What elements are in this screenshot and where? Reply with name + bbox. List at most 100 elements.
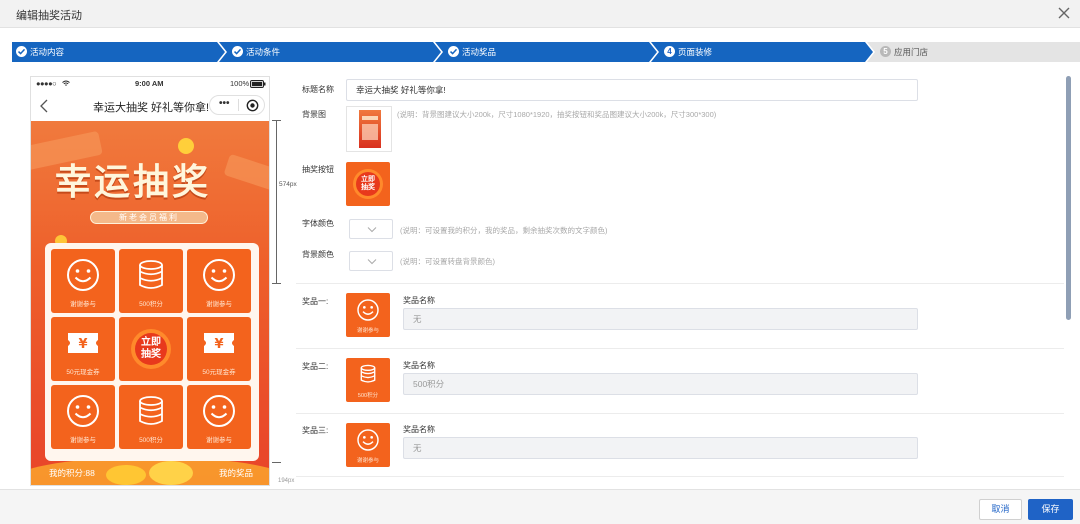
status-bar: ●●●●○ 9:00 AM 100% <box>31 77 269 91</box>
prize-cell: 谢谢参与 <box>187 385 251 449</box>
smile-icon <box>67 395 99 427</box>
save-button[interactable]: 保存 <box>1028 499 1073 520</box>
prize-cell: ¥ 50元现金券 <box>187 317 251 381</box>
background-label: 背景图 <box>302 110 326 119</box>
prize-name-label: 奖品名称 <box>403 296 435 305</box>
step-number-badge: 4 <box>664 46 675 57</box>
prize-cell-label: 谢谢参与 <box>206 301 232 308</box>
step-3[interactable]: 活动奖品 <box>444 42 649 62</box>
step-1[interactable]: 活动内容 <box>12 42 217 62</box>
step-5[interactable]: 5 应用门店 <box>876 42 1080 62</box>
height-dimension-label: 574px <box>279 181 297 188</box>
background-image-upload[interactable] <box>346 106 392 152</box>
capsule-divider <box>238 99 239 111</box>
mini-app-capsule: ••• <box>209 95 265 115</box>
coupon-icon: ¥ <box>204 333 234 353</box>
prize-cell-label: 500积分 <box>139 437 163 444</box>
font-color-label: 字体颜色 <box>302 219 334 228</box>
more-icon[interactable]: ••• <box>219 98 230 109</box>
smile-icon <box>203 259 235 291</box>
draw-button-line1: 立即 <box>141 337 161 348</box>
prize-2-thumbnail[interactable]: 500积分 <box>346 358 390 402</box>
prize-cell-label: 谢谢参与 <box>206 437 232 444</box>
prize-cell: 谢谢参与 <box>51 385 115 449</box>
prize-2-label: 奖品二: <box>302 362 329 371</box>
prize-2-name-input[interactable]: 500积分 <box>403 373 918 395</box>
draw-button[interactable]: 立即 抽奖 <box>119 317 183 381</box>
prize-cell-label: 50元现金券 <box>66 369 100 376</box>
step-number: 4 <box>667 47 672 56</box>
smile-icon <box>357 429 379 451</box>
prize-3-label: 奖品三: <box>302 426 329 435</box>
my-points: 我的积分:88 <box>49 468 95 478</box>
mini-app-navbar: 幸运大抽奖 好礼等你拿! ••• <box>31 91 269 121</box>
my-prize-link[interactable]: 我的奖品 <box>219 467 253 479</box>
section-divider <box>296 348 1064 349</box>
prize-grid: 谢谢参与 500积分 谢谢参与 ¥ 50元现金券 立即 抽奖 ¥ 50元现金券 … <box>45 243 259 461</box>
background-color-label: 背景颜色 <box>302 250 334 259</box>
prize-cell-label: 谢谢参与 <box>70 437 96 444</box>
font-color-hint: (说明：可设置我的积分，我的奖品，剩余抽奖次数的文字颜色) <box>400 226 608 235</box>
battery-level: 100% <box>230 79 250 88</box>
svg-text:¥: ¥ <box>78 337 87 352</box>
close-icon[interactable] <box>1056 5 1072 21</box>
back-icon[interactable] <box>39 99 49 113</box>
lottery-bottom-bar: 我的积分:88 我的奖品 <box>31 463 269 485</box>
prize-cell: 500积分 <box>119 385 183 449</box>
background-color-picker[interactable] <box>349 251 393 271</box>
step-label: 活动内容 <box>30 47 65 57</box>
draw-button-thumb-line1: 立即 <box>361 176 375 183</box>
close-mini-app-icon[interactable] <box>246 99 259 112</box>
prize-3-name-input[interactable]: 无 <box>403 437 918 459</box>
prize-cell: 谢谢参与 <box>187 249 251 313</box>
cancel-button[interactable]: 取消 <box>979 499 1022 520</box>
coin-stack-icon <box>139 260 163 289</box>
chevron-down-icon <box>367 227 377 233</box>
signal-indicator: ●●●●○ <box>36 79 57 88</box>
step-label: 页面装修 <box>678 47 713 57</box>
draw-button-line2: 抽奖 <box>141 349 161 360</box>
coin-stack-icon <box>360 364 376 383</box>
height-dimension-line <box>276 120 277 284</box>
prize-name-label: 奖品名称 <box>403 361 435 370</box>
draw-button-thumb-line2: 抽奖 <box>361 184 375 191</box>
draw-button-thumbnail[interactable]: 立即 抽奖 <box>346 162 390 206</box>
prize-cell: ¥ 50元现金券 <box>51 317 115 381</box>
status-time: 9:00 AM <box>135 79 164 88</box>
draw-button-setting-label: 抽奖按钮 <box>302 165 334 174</box>
section-divider <box>296 413 1064 414</box>
prize-cell: 500积分 <box>119 249 183 313</box>
dialog-title: 编辑抽奖活动 <box>16 10 82 22</box>
prize-thumb-caption: 谢谢参与 <box>356 328 379 334</box>
prize-thumb-caption: 谢谢参与 <box>356 458 379 464</box>
section-divider <box>296 476 1064 477</box>
check-icon <box>232 46 243 57</box>
dimension-tick <box>272 283 281 284</box>
font-color-picker[interactable] <box>349 219 393 239</box>
step-4[interactable]: 4 页面装修 <box>660 42 865 62</box>
title-input[interactable]: 幸运大抽奖 好礼等你拿! <box>346 79 918 101</box>
height-dimension-label: 194px <box>278 478 295 484</box>
hero-title: 幸运抽奖 <box>55 162 212 203</box>
background-thumbnail <box>359 110 381 148</box>
step-label: 应用门店 <box>894 47 929 57</box>
step-number-badge: 5 <box>880 46 891 57</box>
prize-3-thumbnail[interactable]: 谢谢参与 <box>346 423 390 467</box>
prize-1-label: 奖品一: <box>302 297 329 306</box>
wifi-icon <box>62 80 70 86</box>
draw-button-label: 立即 抽奖 <box>119 337 183 361</box>
title-label: 标题名称 <box>302 85 334 94</box>
vertical-scrollbar[interactable] <box>1066 76 1071 320</box>
draw-button-thumb-label: 立即 抽奖 <box>346 176 390 192</box>
hero-subtitle-banner: 新老会员福利 <box>90 211 208 224</box>
prize-name-label: 奖品名称 <box>403 425 435 434</box>
coupon-icon: ¥ <box>68 333 98 353</box>
prize-1-name-input[interactable]: 无 <box>403 308 918 330</box>
svg-text:¥: ¥ <box>214 337 223 352</box>
nav-title: 幸运大抽奖 好礼等你拿! <box>93 102 210 114</box>
smile-icon <box>357 299 379 321</box>
hero-subtitle: 新老会员福利 <box>119 213 179 222</box>
step-2[interactable]: 活动条件 <box>228 42 433 62</box>
prize-cell: 谢谢参与 <box>51 249 115 313</box>
prize-1-thumbnail[interactable]: 谢谢参与 <box>346 293 390 337</box>
